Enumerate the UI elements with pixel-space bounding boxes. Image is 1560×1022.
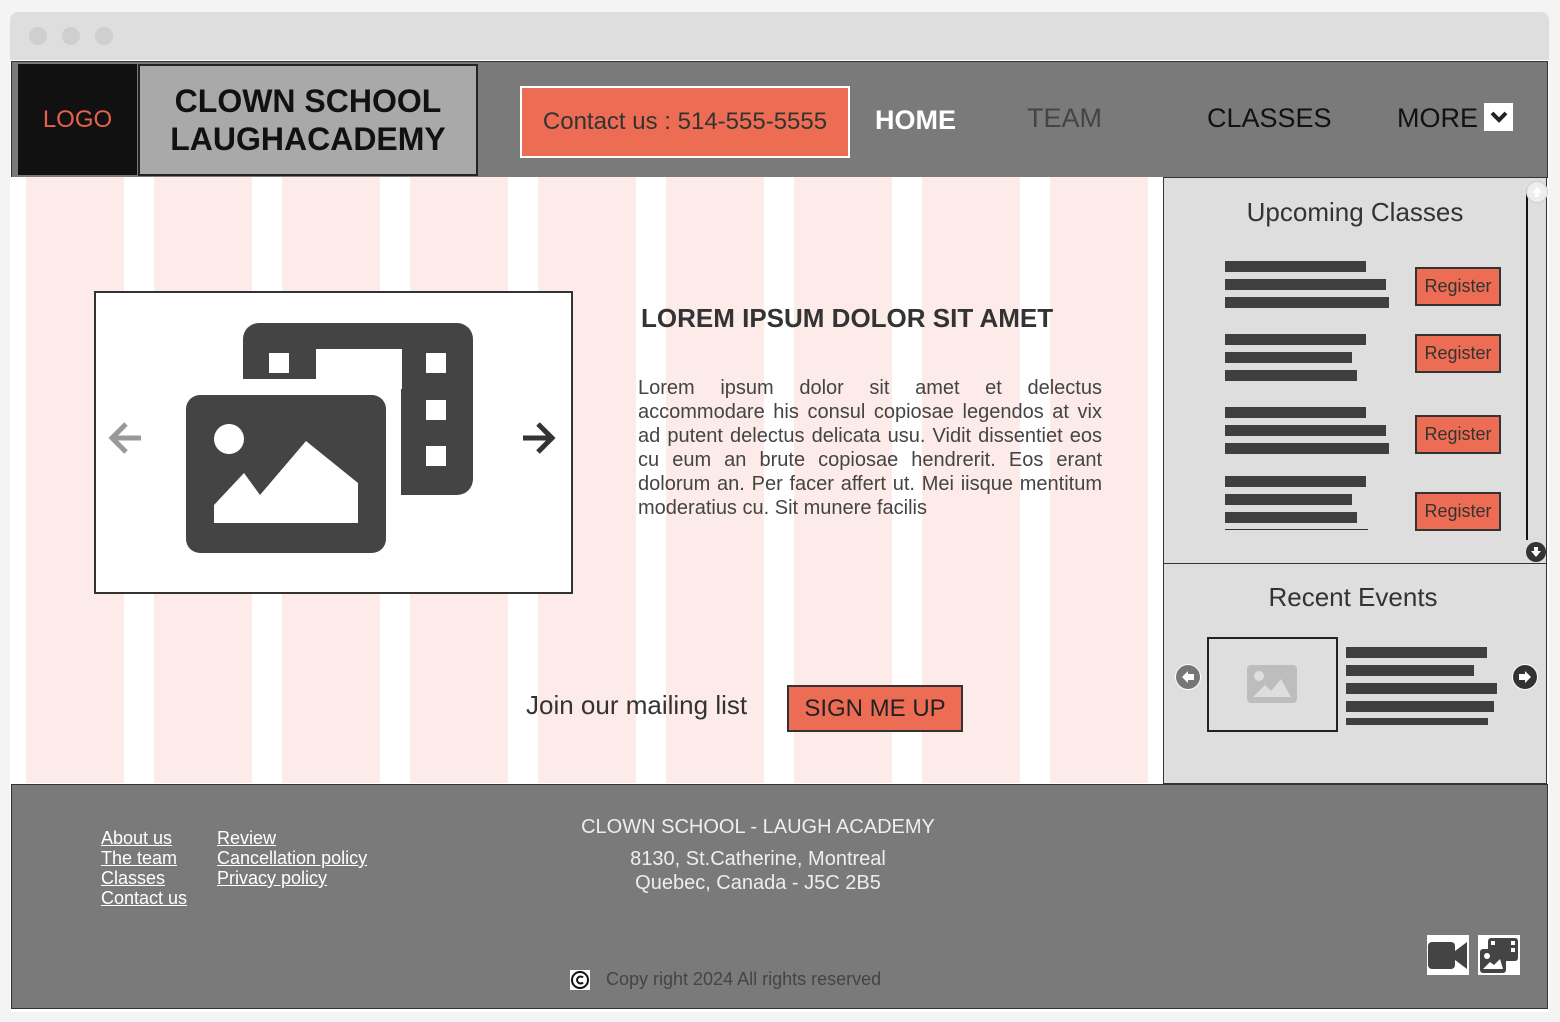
- footer-link-cancellation[interactable]: Cancellation policy: [217, 848, 367, 868]
- copyright-text: Copy right 2024 All rights reserved: [606, 969, 882, 989]
- school-title-line1: CLOWN SCHOOL: [174, 83, 442, 119]
- arrow-left-icon[interactable]: [1175, 664, 1201, 690]
- window-maximize-dot[interactable]: [95, 27, 113, 45]
- image-carousel[interactable]: [94, 291, 573, 594]
- scrollbar-track[interactable]: [1526, 190, 1528, 540]
- scroll-down-icon[interactable]: [1526, 542, 1546, 562]
- window-close-dot[interactable]: [29, 27, 47, 45]
- nav-classes[interactable]: CLASSES: [1207, 98, 1332, 138]
- sign-up-button[interactable]: SIGN ME UP: [787, 685, 963, 732]
- footer-link-privacy[interactable]: Privacy policy: [217, 868, 367, 888]
- footer-school-name: CLOWN SCHOOL - LAUGH ACADEMY: [581, 816, 935, 838]
- footer-link-contact[interactable]: Contact us: [101, 888, 187, 908]
- copyright-icon: [570, 970, 590, 990]
- register-button[interactable]: Register: [1415, 334, 1501, 373]
- school-title: CLOWN SCHOOL LAUGHACADEMY: [138, 64, 478, 176]
- footer-link-classes[interactable]: Classes: [101, 868, 187, 888]
- nav-more[interactable]: MORE: [1397, 98, 1478, 138]
- arrow-right-icon[interactable]: [1512, 664, 1538, 690]
- video-icon[interactable]: [1427, 935, 1469, 975]
- register-button[interactable]: Register: [1415, 492, 1501, 531]
- gallery-icon[interactable]: [1478, 935, 1520, 975]
- school-title-line2: LAUGHACADEMY: [170, 121, 446, 157]
- footer-address-line2: Quebec, Canada - J5C 2B5: [635, 872, 881, 894]
- footer-link-review[interactable]: Review: [217, 828, 367, 848]
- mailing-list-label: Join our mailing list: [526, 690, 748, 720]
- upcoming-classes-title: Upcoming Classes: [1246, 197, 1464, 227]
- nav-home[interactable]: HOME: [875, 100, 956, 140]
- event-thumbnail[interactable]: [1207, 637, 1338, 732]
- arrow-left-icon[interactable]: [108, 421, 144, 455]
- footer-links-col1: About us The team Classes Contact us: [101, 828, 187, 908]
- window-titlebar: [10, 12, 1549, 60]
- recent-events-title: Recent Events: [1268, 582, 1438, 612]
- footer-link-team[interactable]: The team: [101, 848, 187, 868]
- nav-team[interactable]: TEAM: [1027, 98, 1102, 138]
- contact-button[interactable]: Contact us : 514-555-5555: [520, 86, 850, 158]
- footer-links-col2: Review Cancellation policy Privacy polic…: [217, 828, 367, 888]
- scroll-up-icon[interactable]: [1526, 181, 1548, 203]
- arrow-right-icon[interactable]: [520, 421, 556, 455]
- section-heading: LOREM IPSUM DOLOR SIT AMET: [641, 303, 1054, 333]
- image-icon: [1247, 665, 1297, 703]
- window-minimize-dot[interactable]: [62, 27, 80, 45]
- register-button[interactable]: Register: [1415, 267, 1501, 306]
- media-gallery-icon: [186, 323, 473, 553]
- logo[interactable]: LOGO: [18, 64, 137, 175]
- footer-link-about[interactable]: About us: [101, 828, 187, 848]
- footer-address-line1: 8130, St.Catherine, Montreal: [630, 848, 886, 870]
- intro-paragraph: Lorem ipsum dolor sit amet et delectus a…: [638, 377, 1102, 519]
- chevron-down-icon[interactable]: [1484, 103, 1513, 131]
- register-button[interactable]: Register: [1415, 415, 1501, 454]
